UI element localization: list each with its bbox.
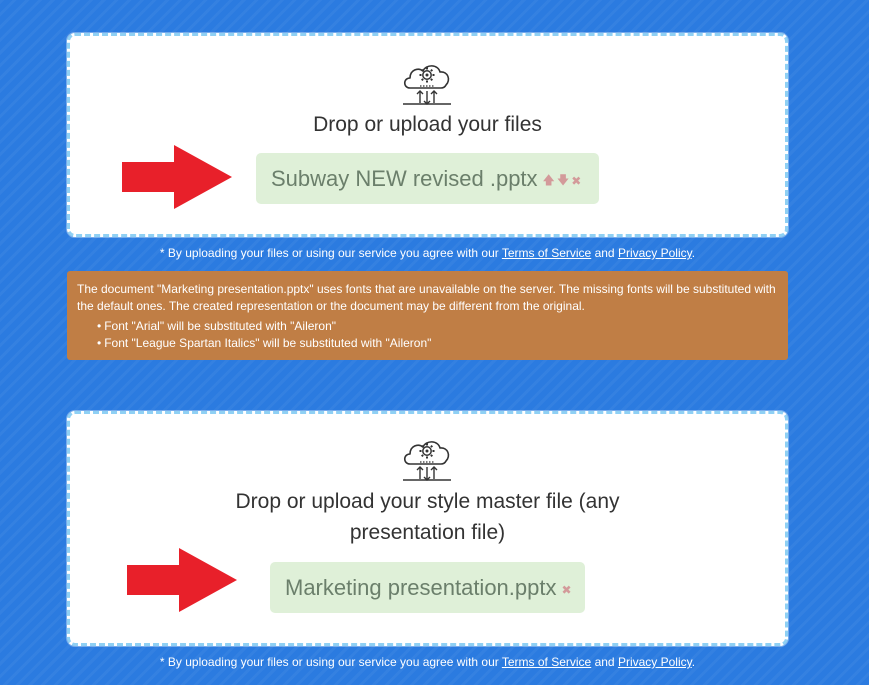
terms-notice: * By uploading your files or using our s… [0,246,855,260]
red-arrow-annotation [122,145,232,209]
terms-notice: * By uploading your files or using our s… [0,655,855,669]
arrow-up-icon[interactable]: 🡅 [543,171,555,192]
close-icon[interactable]: ✖ [562,583,572,597]
drop-title: Drop or upload your style master file (a… [235,490,620,544]
terms-suffix: . [691,655,696,669]
close-icon[interactable]: ✖ [571,174,581,188]
file-drop-zone[interactable]: Drop or upload your files Subway NEW rev… [67,33,788,237]
terms-suffix: . [691,246,696,260]
cloud-gear-icon [403,65,451,105]
red-arrow-annotation [127,548,237,612]
file-name: Marketing presentation.pptx [285,574,557,600]
uploaded-file-chip: Marketing presentation.pptx ✖ [270,562,585,613]
terms-of-service-link[interactable]: Terms of Service [502,655,591,669]
warning-list: Font "Arial" will be substituted with "A… [77,318,779,352]
cloud-gear-icon [403,441,451,481]
drop-title: Drop or upload your files [313,113,542,136]
privacy-policy-link[interactable]: Privacy Policy [618,655,692,669]
file-name: Subway NEW revised .pptx [271,165,538,191]
arrow-down-icon[interactable]: 🡇 [557,171,569,192]
terms-prefix: * By uploading your files or using our s… [159,655,502,669]
warning-message: The document "Marketing presentation.ppt… [77,282,776,313]
style-master-drop-zone[interactable]: Drop or upload your style master file (a… [67,411,788,646]
warning-item: Font "Arial" will be substituted with "A… [97,318,779,335]
font-warning-alert: The document "Marketing presentation.ppt… [67,271,788,360]
terms-and: and [591,655,618,669]
uploaded-file-chip: Subway NEW revised .pptx 🡅 🡇 ✖ [256,153,599,204]
privacy-policy-link[interactable]: Privacy Policy [618,246,692,260]
terms-prefix: * By uploading your files or using our s… [159,246,502,260]
terms-and: and [591,246,618,260]
warning-item: Font "League Spartan Italics" will be su… [97,335,779,352]
terms-of-service-link[interactable]: Terms of Service [502,246,591,260]
